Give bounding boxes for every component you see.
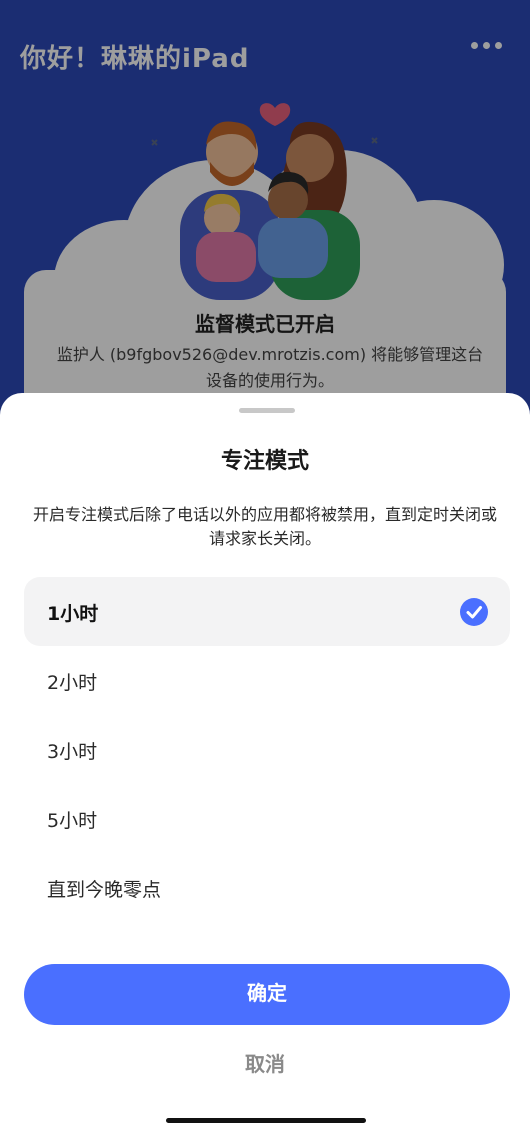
checkmark-icon bbox=[460, 598, 488, 626]
duration-options: 1小时 2小时 3小时 5小时 直到今晚零点 bbox=[24, 577, 510, 922]
confirm-button[interactable]: 确定 bbox=[24, 964, 510, 1025]
cancel-button[interactable]: 取消 bbox=[0, 1048, 530, 1077]
option-2-hours[interactable]: 2小时 bbox=[24, 646, 510, 715]
home-indicator[interactable] bbox=[166, 1118, 366, 1123]
option-label: 2小时 bbox=[47, 672, 98, 694]
sheet-description: 开启专注模式后除了电话以外的应用都将被禁用，直到定时关闭或请求家长关闭。 bbox=[32, 505, 497, 548]
option-label: 5小时 bbox=[47, 810, 98, 832]
option-until-midnight[interactable]: 直到今晚零点 bbox=[24, 853, 510, 922]
option-label: 1小时 bbox=[47, 603, 99, 625]
option-1-hour[interactable]: 1小时 bbox=[24, 577, 510, 646]
sheet-title: 专注模式 bbox=[220, 449, 309, 474]
option-3-hours[interactable]: 3小时 bbox=[24, 715, 510, 784]
focus-mode-sheet: 专注模式 开启专注模式后除了电话以外的应用都将被禁用，直到定时关闭或请求家长关闭… bbox=[0, 393, 530, 1124]
option-5-hours[interactable]: 5小时 bbox=[24, 784, 510, 853]
option-label: 3小时 bbox=[47, 741, 98, 763]
drag-handle[interactable] bbox=[239, 408, 295, 413]
option-label: 直到今晚零点 bbox=[47, 879, 162, 901]
